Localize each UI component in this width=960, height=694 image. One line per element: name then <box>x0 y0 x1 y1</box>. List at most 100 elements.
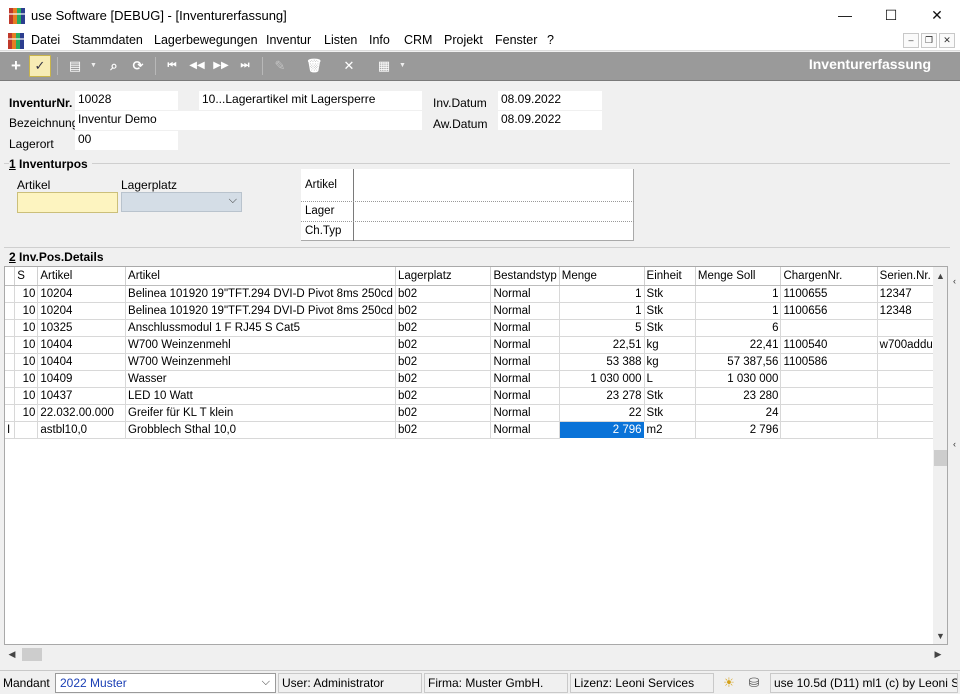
menu-crm[interactable]: CRM <box>404 33 432 47</box>
table-cell-charge[interactable] <box>780 370 878 388</box>
table-cell-name[interactable]: W700 Weinzenmehl <box>125 336 396 354</box>
table-row[interactable]: 10 10409 Wasser b02 Normal 1 030 000 L 1 030 00… <box>5 370 947 388</box>
table-cell-typ[interactable]: Normal <box>490 421 560 439</box>
table-cell-menge[interactable]: 1 <box>559 302 645 320</box>
table-cell-art[interactable]: 10204 <box>37 302 127 320</box>
table-cell-soll[interactable]: 57 387,56 <box>695 353 782 371</box>
mdi-restore-button[interactable]: ❐ <box>921 33 937 48</box>
mdi-minimize-button[interactable]: – <box>903 33 919 48</box>
table-cell-platz[interactable]: b02 <box>395 387 492 405</box>
horizontal-scrollbar[interactable]: ◀ ▶ <box>4 646 948 663</box>
table-cell-art[interactable]: 10404 <box>37 353 127 371</box>
column-header[interactable]: Bestandstyp <box>490 267 560 286</box>
scroll-down-icon[interactable]: ▼ <box>933 628 947 644</box>
table-cell-s[interactable]: 10 <box>14 302 39 320</box>
table-row[interactable]: 10 10404 W700 Weinzenmehl b02 Normal 22,51 kg 2… <box>5 336 947 354</box>
table-cell-platz[interactable]: b02 <box>395 404 492 422</box>
table-cell-platz[interactable]: b02 <box>395 285 492 303</box>
inv-datum-field[interactable]: 08.09.2022 <box>498 91 602 110</box>
table-cell-einheit[interactable]: Stk <box>644 319 696 337</box>
table-cell-s[interactable]: 10 <box>14 353 39 371</box>
menu-stammdaten[interactable]: Stammdaten <box>72 33 143 47</box>
table-cell-s[interactable]: 10 <box>14 336 39 354</box>
edit-icon[interactable]: ✎ <box>270 56 290 76</box>
table-cell-art[interactable]: 10204 <box>37 285 127 303</box>
db-icon[interactable]: ⛁ <box>745 674 763 692</box>
table-cell-typ[interactable]: Normal <box>490 404 560 422</box>
table-cell-typ[interactable]: Normal <box>490 387 560 405</box>
table-cell-charge[interactable]: 1100656 <box>780 302 878 320</box>
column-header[interactable]: Einheit <box>644 267 696 286</box>
table-cell-platz[interactable]: b02 <box>395 370 492 388</box>
last-icon[interactable]: ⏭ <box>235 56 255 76</box>
table-row[interactable]: 10 10437 LED 10 Watt b02 Normal 23 278 Stk 23 2… <box>5 387 947 405</box>
table-cell-einheit[interactable]: m2 <box>644 421 696 439</box>
scroll-left-icon[interactable]: ◀ <box>4 646 20 663</box>
lagerort-field[interactable]: 00 <box>75 131 178 150</box>
table-cell-menge[interactable]: 1 <box>559 285 645 303</box>
table-cell-menge[interactable]: 23 278 <box>559 387 645 405</box>
menu-projekt[interactable]: Projekt <box>444 33 483 47</box>
close-button[interactable]: ✕ <box>914 0 960 31</box>
table-cell-soll[interactable]: 6 <box>695 319 782 337</box>
column-header[interactable]: Menge Soll <box>695 267 782 286</box>
menu-listen[interactable]: Listen <box>324 33 357 47</box>
table-cell-einheit[interactable]: Stk <box>644 387 696 405</box>
table-cell-soll[interactable]: 1 <box>695 285 782 303</box>
refresh-icon[interactable]: ⟳ <box>128 56 148 76</box>
table-row[interactable]: 10 10325 Anschlussmodul 1 F RJ45 S Cat5 b02… <box>5 319 947 337</box>
table-cell-charge[interactable]: 1100586 <box>780 353 878 371</box>
table-row[interactable]: 10 22.032.00.000 Greifer für KL T klein b02… <box>5 404 947 422</box>
aw-datum-field[interactable]: 08.09.2022 <box>498 111 602 130</box>
menu-fenster[interactable]: Fenster <box>495 33 537 47</box>
table-cell-menge[interactable]: 5 <box>559 319 645 337</box>
mandant-select[interactable]: 2022 Muster ⌵ <box>55 673 276 693</box>
table-cell-platz[interactable]: b02 <box>395 302 492 320</box>
table-cell-s[interactable]: 10 <box>14 319 39 337</box>
table-cell-art[interactable]: 10325 <box>37 319 127 337</box>
table-cell-marker[interactable] <box>5 285 16 303</box>
table-cell-einheit[interactable]: Stk <box>644 285 696 303</box>
section-details-title[interactable]: 2 Inv.Pos.Details <box>9 250 104 264</box>
menu-lagerbewegungen[interactable]: Lagerbewegungen <box>154 33 258 47</box>
print-icon[interactable]: ▤ <box>65 56 85 76</box>
table-cell-name[interactable]: Belinea 101920 19"TFT.294 DVI-D Pivot 8m… <box>125 302 396 320</box>
table-cell-typ[interactable]: Normal <box>490 285 560 303</box>
inventur-type-field[interactable]: 10...Lagerartikel mit Lagersperre <box>199 91 422 110</box>
table-row[interactable]: 10 10204 Belinea 101920 19"TFT.294 DVI-D P… <box>5 285 947 303</box>
table-cell-marker[interactable] <box>5 387 16 405</box>
table-cell-soll[interactable]: 22,41 <box>695 336 782 354</box>
table-cell-name[interactable]: W700 Weinzenmehl <box>125 353 396 371</box>
table-cell-name[interactable]: Anschlussmodul 1 F RJ45 S Cat5 <box>125 319 396 337</box>
check-icon[interactable]: ✓ <box>29 55 51 77</box>
table-cell-soll[interactable]: 1 030 000 <box>695 370 782 388</box>
search-icon[interactable]: ⌕ <box>104 56 124 76</box>
grid-dropdown-icon[interactable]: ▼ <box>399 56 407 76</box>
table-cell-platz[interactable]: b02 <box>395 353 492 371</box>
table-cell-platz[interactable]: b02 <box>395 336 492 354</box>
first-icon[interactable]: ⏮ <box>162 56 182 76</box>
maximize-button[interactable]: ☐ <box>868 0 914 31</box>
table-cell-s[interactable]: 10 <box>14 370 39 388</box>
table-cell-name[interactable]: Belinea 101920 19"TFT.294 DVI-D Pivot 8m… <box>125 285 396 303</box>
grid-icon[interactable]: ▦ <box>374 56 394 76</box>
scroll-thumb[interactable] <box>22 648 42 661</box>
table-cell-art[interactable]: 10409 <box>37 370 127 388</box>
table-cell-menge[interactable]: 22,51 <box>559 336 645 354</box>
table-cell-typ[interactable]: Normal <box>490 302 560 320</box>
table-cell-charge[interactable]: 1100540 <box>780 336 878 354</box>
table-cell-einheit[interactable]: L <box>644 370 696 388</box>
plus-icon[interactable]: + <box>6 56 26 76</box>
table-cell-charge[interactable] <box>780 404 878 422</box>
table-cell-name[interactable]: Wasser <box>125 370 396 388</box>
table-cell-menge[interactable]: 53 388 <box>559 353 645 371</box>
scroll-right-icon[interactable]: ▶ <box>930 646 946 663</box>
column-header[interactable]: ChargenNr. <box>780 267 878 286</box>
table-row[interactable]: 10 10204 Belinea 101920 19"TFT.294 DVI-D P… <box>5 302 947 320</box>
table-cell-marker[interactable] <box>5 353 16 371</box>
table-cell-charge[interactable] <box>780 319 878 337</box>
column-header[interactable]: Artikel <box>37 267 127 286</box>
table-cell-s[interactable]: 10 <box>14 285 39 303</box>
print-dropdown-icon[interactable]: ▼ <box>90 56 98 76</box>
table-cell-typ[interactable]: Normal <box>490 370 560 388</box>
